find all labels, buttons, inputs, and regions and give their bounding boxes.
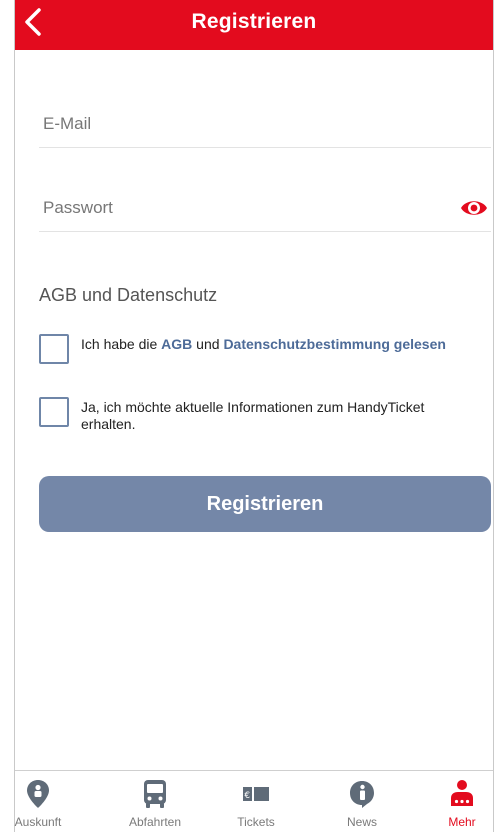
terms-text-mid: und	[192, 336, 224, 352]
header-bar: Registrieren	[15, 0, 493, 50]
page-title: Registrieren	[191, 10, 317, 33]
person-more-icon	[451, 780, 473, 806]
tab-tickets[interactable]: € Tickets	[211, 771, 301, 832]
agb-link[interactable]: AGB	[161, 336, 192, 352]
eye-icon	[461, 201, 487, 215]
tab-auskunft[interactable]: Auskunft	[0, 771, 83, 832]
info-icon	[350, 781, 374, 808]
privacy-link[interactable]: Datenschutzbestimmung gelesen	[223, 336, 446, 352]
password-input[interactable]	[39, 188, 439, 228]
newsletter-checkbox-label: Ja, ich möchte aktuelle Informationen zu…	[81, 399, 425, 432]
register-button[interactable]: Registrieren	[39, 476, 491, 532]
tab-label: Mehr	[448, 815, 476, 829]
bus-icon	[144, 780, 166, 808]
newsletter-checkbox[interactable]	[39, 397, 69, 427]
ticket-icon: €	[243, 787, 269, 801]
terms-checkbox[interactable]	[39, 334, 69, 364]
terms-checkbox-label: Ich habe die AGB und Datenschutzbestimmu…	[81, 336, 481, 353]
tab-label: Auskunft	[14, 815, 62, 829]
tab-abfahrten[interactable]: Abfahrten	[110, 771, 200, 832]
password-visibility-toggle[interactable]	[459, 196, 489, 220]
app-frame: Registrieren AGB und Datenschutz Ich hab…	[14, 0, 494, 832]
terms-section-title: AGB und Datenschutz	[39, 285, 218, 305]
tab-mehr[interactable]: Mehr	[417, 771, 495, 832]
password-field[interactable]	[39, 188, 491, 232]
location-pin-icon	[27, 780, 49, 808]
email-input[interactable]	[39, 104, 439, 144]
tab-news[interactable]: News	[317, 771, 407, 832]
bottom-tab-bar: Auskunft Abfahrten € Tickets News Mehr	[15, 770, 493, 832]
tab-label: News	[346, 815, 377, 829]
tab-label: Tickets	[237, 815, 275, 829]
tab-label: Abfahrten	[128, 815, 182, 829]
email-field[interactable]	[39, 104, 491, 148]
terms-text-before: Ich habe die	[81, 336, 162, 352]
svg-text:€: €	[244, 791, 250, 801]
